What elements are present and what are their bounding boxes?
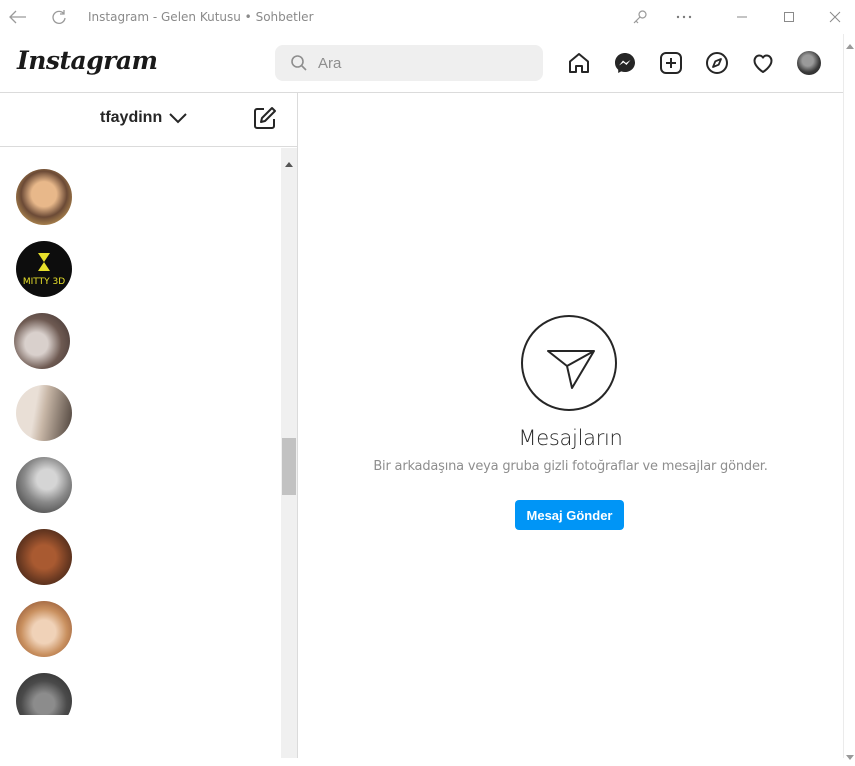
mitty-3d-logo: MITTY 3D <box>23 253 65 287</box>
chevron-down-icon[interactable] <box>167 107 189 129</box>
empty-state-subtitle: Bir arkadaşına veya gruba gizli fotoğraf… <box>373 459 768 474</box>
window-scroll-up-arrow-icon[interactable] <box>846 36 854 54</box>
thread-avatar[interactable] <box>16 601 72 657</box>
thread-avatar[interactable] <box>16 529 72 585</box>
direct-icon <box>521 315 617 411</box>
thread-avatar[interactable]: MITTY 3D <box>16 241 72 297</box>
window-titlebar: Instagram - Gelen Kutusu • Sohbetler <box>0 0 855 34</box>
compose-message-icon[interactable] <box>252 105 278 131</box>
minimize-icon[interactable] <box>730 0 754 34</box>
window-title: Instagram - Gelen Kutusu • Sohbetler <box>88 10 314 24</box>
search-box[interactable] <box>275 45 543 81</box>
message-panel: Mesajların Bir arkadaşına veya gruba giz… <box>298 93 843 758</box>
back-arrow-icon[interactable] <box>6 0 30 34</box>
scroll-up-arrow-icon[interactable] <box>285 154 293 172</box>
instagram-logo[interactable]: Instagram <box>17 46 158 75</box>
window-scroll-down-arrow-icon[interactable] <box>846 748 854 766</box>
close-icon[interactable] <box>823 0 847 34</box>
inbox-header: tfaydinn <box>0 93 297 147</box>
window-scrollbar[interactable] <box>843 34 855 760</box>
account-username[interactable]: tfaydinn <box>100 109 162 127</box>
thread-avatar[interactable] <box>16 385 72 441</box>
search-icon <box>290 54 308 77</box>
explore-icon[interactable] <box>704 50 730 76</box>
scroll-thumb[interactable] <box>282 438 296 495</box>
thread-avatar[interactable] <box>14 313 70 369</box>
top-navigation: Instagram <box>0 34 843 93</box>
send-message-button[interactable]: Mesaj Gönder <box>515 500 624 530</box>
refresh-icon[interactable] <box>47 0 71 34</box>
logo-text: MITTY 3D <box>23 277 65 287</box>
key-icon[interactable] <box>628 0 652 34</box>
maximize-icon[interactable] <box>777 0 801 34</box>
messenger-icon[interactable] <box>612 50 638 76</box>
home-icon[interactable] <box>566 50 592 76</box>
thread-list: MITTY 3D <box>0 148 281 715</box>
activity-heart-icon[interactable] <box>750 50 776 76</box>
thread-avatar[interactable] <box>16 457 72 513</box>
thread-avatar[interactable] <box>16 169 72 225</box>
more-icon[interactable] <box>672 0 696 34</box>
profile-avatar[interactable] <box>797 51 821 75</box>
inbox-sidebar: tfaydinn MITTY 3D <box>0 93 298 758</box>
thread-avatar[interactable] <box>16 673 72 715</box>
search-input[interactable] <box>318 45 528 81</box>
thread-list-scrollbar[interactable] <box>281 148 297 758</box>
new-post-icon[interactable] <box>658 50 684 76</box>
empty-state-title: Mesajların <box>518 426 623 450</box>
